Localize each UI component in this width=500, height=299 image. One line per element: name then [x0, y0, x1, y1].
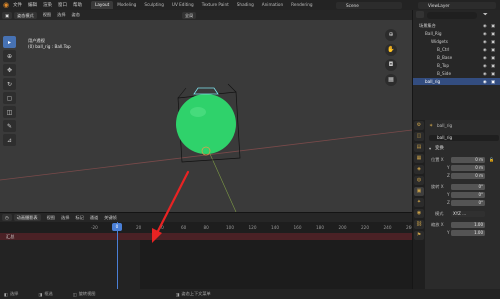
- modifier-tab-icon[interactable]: ✦: [414, 198, 424, 207]
- status-context-menu: 姿态上下文菜单: [181, 291, 211, 296]
- mouse-drag-icon: ◨: [38, 291, 43, 297]
- chevron-down-icon: ▾: [429, 146, 432, 151]
- scale-x-field[interactable]: 1.00: [451, 222, 485, 228]
- render-camera-icon[interactable]: ▣: [491, 30, 495, 37]
- rotation-y-row: Y 0°: [447, 192, 485, 198]
- mouse-right-icon: ◨: [175, 291, 180, 297]
- scale-y-field[interactable]: 1.00: [451, 230, 485, 236]
- visibility-eye-icon[interactable]: ◉: [483, 38, 487, 45]
- armature-icon: ✶: [429, 123, 434, 129]
- rotation-z-row: Z 0°: [447, 200, 485, 206]
- render-tab-icon[interactable]: ◫: [414, 132, 424, 141]
- transform-title: 变换: [435, 146, 444, 151]
- visibility-eye-icon[interactable]: ◉: [483, 62, 487, 69]
- outliner-item[interactable]: Widgets ◉ ▣: [413, 38, 500, 45]
- outliner-header: ⏷: [413, 10, 500, 20]
- outliner-editor-icon[interactable]: [416, 11, 424, 18]
- object-properties: ✶ ball_rig ball_rig ▾ 变换 位置 X 0 m 🔓 Y 0 …: [425, 120, 500, 289]
- visibility-eye-icon[interactable]: ◉: [483, 30, 487, 37]
- data-tab-icon[interactable]: ⚑: [414, 231, 424, 240]
- outliner-item-label: Ball_Rig: [425, 31, 442, 36]
- visibility-eye-icon[interactable]: ◉: [483, 78, 487, 85]
- outliner-item[interactable]: B_Top ◉ ▣: [413, 62, 500, 69]
- render-camera-icon[interactable]: ▣: [491, 70, 495, 77]
- right-panel: ⏷ 场景集合 ◉ ▣ Ball_Rig ◉ ▣ Widgets ◉ ▣ B_Ctrl ◉ ▣ B_Bas…: [412, 10, 500, 289]
- status-box-select: 框选: [44, 291, 53, 296]
- visibility-eye-icon[interactable]: ◉: [483, 70, 487, 77]
- rotation-x-field[interactable]: 0°: [451, 184, 485, 190]
- outliner-item-label: ball_rig: [425, 79, 441, 84]
- render-camera-icon[interactable]: ▣: [491, 62, 495, 69]
- object-field-row: ball_rig: [425, 134, 500, 142]
- outliner-item[interactable]: Ball_Rig ◉ ▣: [413, 30, 500, 37]
- status-bar: ◧ 选择 ◨ 框选 ◫ 旋转视图 ◨ 姿态上下文菜单: [0, 289, 500, 299]
- status-select: 选择: [9, 291, 19, 296]
- output-tab-icon[interactable]: ▤: [414, 143, 424, 152]
- render-camera-icon[interactable]: ▣: [491, 54, 495, 61]
- location-y-field[interactable]: 0 m: [451, 165, 485, 171]
- rotation-mode-dropdown[interactable]: XYZ ...: [451, 211, 485, 217]
- lock-icon[interactable]: 🔓: [489, 156, 494, 164]
- outliner-item[interactable]: B_Ctrl ◉ ▣: [413, 46, 500, 53]
- render-camera-icon[interactable]: ▣: [491, 38, 495, 45]
- mouse-middle-icon: ◫: [72, 291, 77, 297]
- rotation-x-row: 旋转 X 0°: [431, 184, 485, 190]
- filter-icon[interactable]: ⏷: [483, 11, 488, 19]
- scene-tab-icon[interactable]: ◈: [414, 165, 424, 174]
- rotation-y-field[interactable]: 0°: [451, 192, 485, 198]
- object-name-field[interactable]: ball_rig: [437, 134, 452, 142]
- constraint-tab-icon[interactable]: ⛓: [414, 220, 424, 229]
- outliner-item-label: B_Base: [437, 55, 453, 60]
- scale-x-row: 缩放 X 1.00: [431, 222, 485, 228]
- tool-tab-icon[interactable]: ⚙: [414, 121, 424, 130]
- outliner-item[interactable]: B_Base ◉ ▣: [413, 54, 500, 61]
- outliner-item-label: 场景集合: [419, 23, 436, 28]
- object-name-row: ✶ ball_rig: [425, 122, 500, 130]
- location-y-row: Y 0 m: [447, 165, 485, 171]
- status-rotate-view: 旋转视图: [78, 291, 96, 296]
- outliner-item-label: Widgets: [431, 39, 448, 44]
- rotation-mode-row: 模式 XYZ ...: [425, 210, 500, 218]
- outliner-item-label: B_Side: [437, 71, 452, 76]
- render-camera-icon[interactable]: ▣: [491, 46, 495, 53]
- transform-panel-header[interactable]: ▾ 变换: [425, 145, 500, 153]
- outliner-item[interactable]: 场景集合 ◉ ▣: [413, 22, 500, 29]
- outliner-item[interactable]: B_Side ◉ ▣: [413, 70, 500, 77]
- view-layer-tab-icon[interactable]: ▦: [414, 154, 424, 163]
- outliner-item[interactable]: ball_rig ◉ ▣: [413, 78, 500, 85]
- location-x-row: 位置 X 0 m 🔓: [431, 156, 494, 164]
- location-z-field[interactable]: 0 m: [451, 173, 485, 179]
- outliner-item-label: B_Top: [437, 63, 450, 68]
- render-camera-icon[interactable]: ▣: [491, 78, 495, 85]
- visibility-eye-icon[interactable]: ◉: [483, 46, 487, 53]
- visibility-eye-icon[interactable]: ◉: [483, 22, 487, 29]
- location-z-row: Z 0 m: [447, 173, 485, 179]
- outliner-search-input[interactable]: [427, 11, 477, 19]
- mouse-left-icon: ◧: [4, 291, 8, 297]
- location-x-field[interactable]: 0 m: [451, 157, 485, 163]
- scale-y-row: Y 1.00: [447, 230, 485, 236]
- object-tab-icon[interactable]: ▣: [414, 187, 424, 196]
- outliner-item-label: B_Ctrl: [437, 47, 450, 52]
- rotation-z-field[interactable]: 0°: [451, 200, 485, 206]
- render-camera-icon[interactable]: ▣: [491, 22, 495, 29]
- world-tab-icon[interactable]: ◍: [414, 176, 424, 185]
- visibility-eye-icon[interactable]: ◉: [483, 54, 487, 61]
- properties-tabs: ⚙ ◫ ▤ ▦ ◈ ◍ ▣ ✦ ◉ ⛓ ⚑: [413, 120, 425, 289]
- object-name-label: ball_rig: [437, 123, 453, 128]
- physics-tab-icon[interactable]: ◉: [414, 209, 424, 218]
